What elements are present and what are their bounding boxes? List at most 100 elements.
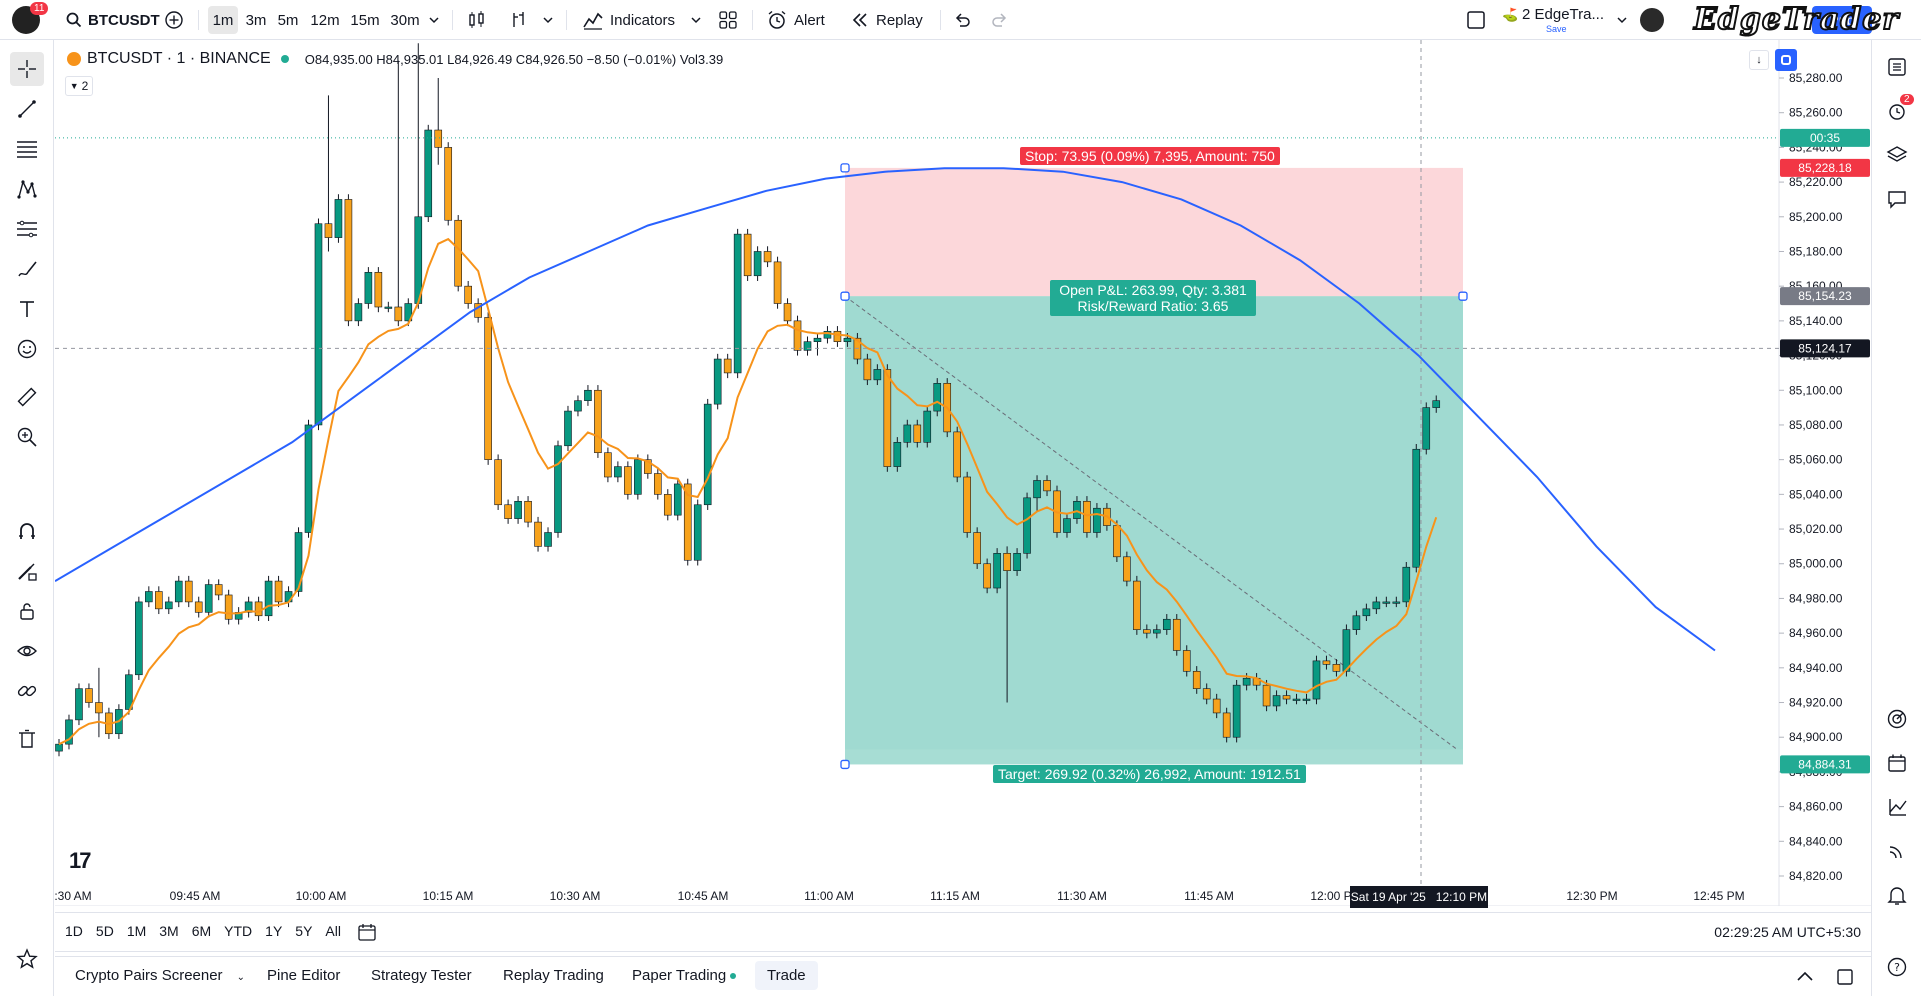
candle-body xyxy=(354,303,363,322)
compare-symbol-button[interactable] xyxy=(164,6,184,34)
scroll-down-button[interactable]: ↓ xyxy=(1749,50,1769,70)
tab-replay-trading[interactable]: Replay Trading xyxy=(503,967,604,984)
help-button[interactable]: ? xyxy=(1880,950,1914,984)
watchlist-star-button[interactable] xyxy=(10,942,44,976)
timeframe-15m[interactable]: 15m xyxy=(347,6,383,34)
timeframe-1m[interactable]: 1m xyxy=(208,6,238,34)
ideas-button[interactable] xyxy=(1880,790,1914,824)
maximize-panel-button[interactable] xyxy=(1835,967,1855,992)
timeframe-dropdown[interactable] xyxy=(428,6,440,34)
undo-button[interactable] xyxy=(952,6,972,34)
alerts-button[interactable]: 2 xyxy=(1880,94,1914,128)
timeframe-3m[interactable]: 3m xyxy=(241,6,271,34)
range-ytd[interactable]: YTD xyxy=(224,923,252,939)
screener-button[interactable] xyxy=(1880,702,1914,736)
legend-collapse-button[interactable]: ▼ 2 xyxy=(65,76,93,96)
legend-title[interactable]: BTCUSDT · 1 · BINANCE xyxy=(87,50,271,68)
chart-style-button[interactable] xyxy=(508,6,530,34)
hide-drawings-tool[interactable] xyxy=(10,634,44,668)
candle-body xyxy=(174,580,183,603)
candle xyxy=(304,419,313,538)
user-avatar[interactable]: 11 xyxy=(12,2,49,34)
ruler-tool[interactable] xyxy=(10,380,44,414)
redo-button[interactable] xyxy=(990,6,1010,34)
zoom-tool[interactable] xyxy=(10,420,44,454)
chats-button[interactable] xyxy=(1880,182,1914,216)
candle-body xyxy=(534,521,542,547)
object-tree-button[interactable] xyxy=(1880,138,1914,172)
trend-line-tool[interactable] xyxy=(10,92,44,126)
auto-scale-button[interactable] xyxy=(1775,49,1797,71)
emoji-tool[interactable] xyxy=(10,332,44,366)
streams-button[interactable] xyxy=(1880,834,1914,868)
crosshair-tool[interactable] xyxy=(10,52,44,86)
range-6m[interactable]: 6M xyxy=(192,923,211,939)
layout-dropdown[interactable] xyxy=(1616,6,1628,34)
redo-icon xyxy=(992,13,1007,27)
candle-body xyxy=(1412,448,1421,568)
chart-type-candles-button[interactable] xyxy=(466,6,488,34)
range-all[interactable]: All xyxy=(325,923,341,939)
profile-avatar[interactable] xyxy=(1640,8,1664,32)
tab-pine-editor[interactable]: Pine Editor xyxy=(267,967,340,984)
open-pnl-label[interactable]: Open P&L: 263.99, Qty: 3.381 Risk/Reward… xyxy=(1050,280,1256,316)
forecast-tool[interactable] xyxy=(10,212,44,246)
layouts-button[interactable] xyxy=(718,6,738,34)
fullscreen-checkbox[interactable] xyxy=(1466,6,1486,34)
fib-tool[interactable] xyxy=(10,132,44,166)
indicators-dropdown[interactable] xyxy=(690,6,702,34)
candle-body xyxy=(1023,497,1031,554)
chevron-down-icon xyxy=(543,17,553,24)
chart-style-dropdown[interactable] xyxy=(542,6,554,34)
price-tick-label: 84,860.00 xyxy=(1789,800,1843,814)
range-1y[interactable]: 1Y xyxy=(265,923,282,939)
watchlist-button[interactable] xyxy=(1880,50,1914,84)
pattern-tool[interactable] xyxy=(10,172,44,206)
tab-paper-trading[interactable]: Paper Trading xyxy=(632,967,737,984)
candle-body xyxy=(464,285,472,304)
goto-date-button[interactable] xyxy=(357,922,379,944)
candle xyxy=(374,267,383,313)
remove-drawings-tool[interactable] xyxy=(10,722,44,756)
candle-body xyxy=(843,337,852,342)
lock-drawings-tool[interactable] xyxy=(10,594,44,628)
position-handle xyxy=(840,163,850,173)
timeframe-30m[interactable]: 30m xyxy=(387,6,423,34)
time-tick-label: 11:15 AM xyxy=(930,889,980,903)
replay-button[interactable]: Replay xyxy=(850,6,923,34)
range-5y[interactable]: 5Y xyxy=(295,923,312,939)
range-1d[interactable]: 1D xyxy=(65,923,83,939)
expand-panel-button[interactable] xyxy=(1795,967,1815,992)
range-5d[interactable]: 5D xyxy=(96,923,114,939)
tab-trade[interactable]: Trade xyxy=(755,961,818,990)
layout-selector[interactable]: ⛳ 2 EdgeTra... Save xyxy=(1502,4,1612,36)
alert-button[interactable]: Alert xyxy=(766,6,825,34)
timeframe-5m[interactable]: 5m xyxy=(273,6,303,34)
range-1m[interactable]: 1M xyxy=(127,923,146,939)
price-tick-label: 85,000.00 xyxy=(1789,557,1843,571)
stay-in-drawing-tool[interactable] xyxy=(10,554,44,588)
candle-body xyxy=(1392,601,1401,604)
price-chart[interactable]: 85,280.0085,260.0085,240.0085,220.0085,2… xyxy=(55,40,1871,906)
candle-body xyxy=(574,400,582,412)
price-tick-label: 84,840.00 xyxy=(1789,834,1843,848)
tradingview-logo[interactable]: 17 xyxy=(69,848,92,874)
take-profit-label[interactable]: Target: 269.92 (0.32%) 26,992, Amount: 1… xyxy=(993,765,1306,783)
brush-tool[interactable] xyxy=(10,252,44,286)
range-3m[interactable]: 3M xyxy=(159,923,178,939)
sync-drawings-tool[interactable] xyxy=(10,674,44,708)
candle-body xyxy=(1302,698,1311,701)
text-tool[interactable] xyxy=(10,292,44,326)
chart-legend: BTCUSDT · 1 · BINANCE O84,935.00 H84,935… xyxy=(67,50,723,68)
clock-timezone[interactable]: 02:29:25 AM UTC+5:30 xyxy=(1714,924,1861,940)
notifications-button[interactable] xyxy=(1880,878,1914,912)
tab-strategy-tester[interactable]: Strategy Tester xyxy=(371,967,472,984)
tab-crypto-pairs-screener[interactable]: Crypto Pairs Screener ⌄ xyxy=(75,967,245,984)
magnet-tool[interactable] xyxy=(10,514,44,548)
stop-loss-label[interactable]: Stop: 73.95 (0.09%) 7,395, Amount: 750 xyxy=(1020,147,1280,165)
indicators-button[interactable]: Indicators xyxy=(582,6,675,34)
timeframe-12m[interactable]: 12m xyxy=(307,6,343,34)
calendar-button[interactable] xyxy=(1880,746,1914,780)
chart-pane[interactable]: 85,280.00 85,260.00 85,240.00 85,220.00 85,2… xyxy=(55,40,1897,908)
symbol-search[interactable]: BTCUSDT xyxy=(66,6,160,34)
